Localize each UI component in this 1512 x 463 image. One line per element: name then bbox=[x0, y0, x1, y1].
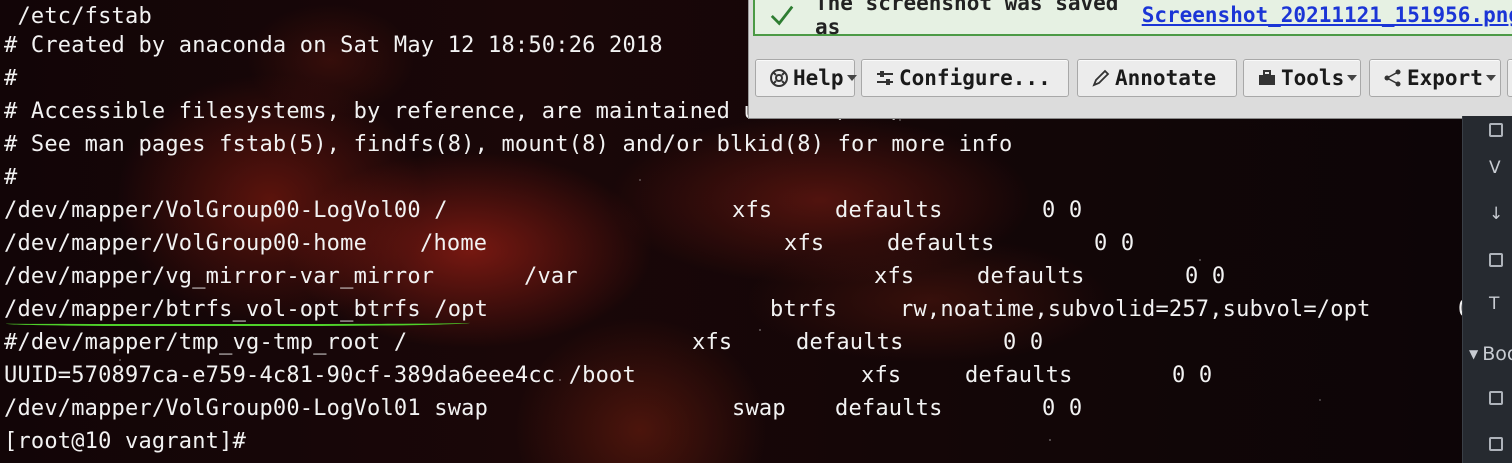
bookmarks-section-label: Boo bbox=[1482, 343, 1512, 365]
fstab-options: defaults bbox=[835, 396, 943, 421]
terminal-text: # See man pages fstab(5), findfs(8), mou… bbox=[4, 132, 1013, 157]
help-button[interactable]: Help bbox=[755, 59, 857, 97]
video-icon[interactable]: V bbox=[1489, 158, 1512, 178]
fstab-device: /dev/mapper/VolGroup00-LogVol00 / bbox=[4, 198, 448, 223]
annotate-button[interactable]: Annotate bbox=[1077, 59, 1237, 97]
configure-button[interactable]: Configure... bbox=[861, 59, 1069, 97]
fstab-device: /dev/mapper/btrfs_vol-opt_btrfs /opt bbox=[4, 297, 489, 322]
fstab-dump-pass: 0 0 bbox=[1185, 264, 1226, 289]
fstab-options: defaults bbox=[977, 264, 1085, 289]
terminal-text: # bbox=[4, 66, 18, 91]
notice-text: The screenshot was saved as bbox=[814, 0, 1119, 39]
fstab-options: defaults bbox=[965, 363, 1073, 388]
terminal-text: # Created by anaconda on Sat May 12 18:5… bbox=[4, 33, 663, 58]
pencil-icon bbox=[1092, 69, 1110, 87]
fstab-mountpoint: /var bbox=[524, 264, 578, 289]
fstab-mountpoint: /home bbox=[420, 231, 488, 256]
checkmark-icon bbox=[770, 5, 794, 26]
terminal-line: # Created by anaconda on Sat May 12 18:5… bbox=[4, 29, 663, 62]
prompt-text: [root@10 vagrant]# bbox=[4, 429, 247, 454]
toolbar-overflow-button[interactable] bbox=[1507, 59, 1512, 97]
fstab-device: #/dev/mapper/tmp_vg-tmp_root / bbox=[4, 330, 408, 355]
screenshot-toolbar: Help Configure... Annotate Tools Export bbox=[749, 59, 1512, 99]
fstab-options: defaults bbox=[796, 330, 904, 355]
terminal-text: # bbox=[4, 165, 18, 190]
folder-icon[interactable] bbox=[1489, 434, 1512, 454]
toolbox-icon bbox=[1259, 70, 1275, 85]
folder-icon[interactable] bbox=[1489, 388, 1512, 408]
chevron-down-icon bbox=[846, 75, 857, 81]
fstab-device: /dev/mapper/VolGroup00-home bbox=[4, 231, 368, 256]
terminal-line: # bbox=[4, 161, 17, 194]
screenshot-tool-window: The screenshot was saved as Screenshot_2… bbox=[748, 0, 1512, 119]
fstab-type: swap bbox=[732, 396, 786, 421]
tag-icon[interactable]: T bbox=[1489, 294, 1512, 314]
fstab-type: xfs bbox=[861, 363, 902, 388]
fstab-device: UUID=570897ca-e759-4c81-90cf-389da6eee4c… bbox=[4, 363, 636, 388]
fstab-type: xfs bbox=[692, 330, 733, 355]
bookmarks-section[interactable]: ▼ Boo bbox=[1469, 343, 1512, 365]
fstab-options: defaults bbox=[887, 231, 995, 256]
export-label: Export bbox=[1407, 66, 1483, 90]
screenshot-file-link[interactable]: Screenshot_20211121_151956.png bbox=[1142, 3, 1512, 27]
fstab-options: rw,noatime,subvolid=257,subvol=/opt bbox=[900, 297, 1371, 322]
chevron-down-icon bbox=[1485, 75, 1496, 81]
annotate-label: Annotate bbox=[1115, 66, 1217, 90]
desktop-screen: /etc/fstab # Created by anaconda on Sat … bbox=[0, 0, 1512, 463]
fstab-type: xfs bbox=[732, 198, 773, 223]
tools-label: Tools bbox=[1281, 66, 1345, 90]
chevron-down-icon bbox=[1347, 75, 1358, 81]
camera-icon[interactable] bbox=[1489, 120, 1512, 140]
configure-label: Configure... bbox=[899, 66, 1051, 90]
screen-icon[interactable] bbox=[1489, 250, 1512, 270]
fstab-dump-pass: 0 0 bbox=[1172, 363, 1213, 388]
sliders-icon bbox=[877, 71, 893, 85]
tools-button[interactable]: Tools bbox=[1243, 59, 1361, 97]
terminal-line: # bbox=[4, 62, 17, 95]
fstab-dump-pass: 0 0 bbox=[1094, 231, 1135, 256]
save-notification: The screenshot was saved as Screenshot_2… bbox=[753, 0, 1512, 39]
fstab-dump-pass: 0 0 bbox=[1003, 330, 1044, 355]
fstab-type: btrfs bbox=[770, 297, 838, 322]
side-panel: V ↓ T ▼ Boo bbox=[1462, 116, 1512, 463]
fstab-dump-pass: 0 0 bbox=[1042, 198, 1083, 223]
fstab-device: /dev/mapper/VolGroup00-LogVol01 swap bbox=[4, 396, 489, 421]
terminal-line: # See man pages fstab(5), findfs(8), mou… bbox=[4, 128, 1012, 161]
fstab-device: /dev/mapper/vg_mirror-var_mirror bbox=[4, 264, 435, 289]
triangle-down-icon: ▼ bbox=[1469, 347, 1479, 361]
shell-prompt[interactable]: [root@10 vagrant]# bbox=[4, 425, 246, 458]
fstab-dump-pass: 0 0 bbox=[1042, 396, 1083, 421]
export-button[interactable]: Export bbox=[1369, 59, 1501, 97]
fstab-options: defaults bbox=[835, 198, 943, 223]
share-icon bbox=[1384, 69, 1401, 87]
download-icon[interactable]: ↓ bbox=[1489, 204, 1512, 224]
fstab-type: xfs bbox=[874, 264, 915, 289]
help-icon bbox=[770, 69, 788, 87]
fstab-type: xfs bbox=[784, 231, 825, 256]
help-label: Help bbox=[793, 66, 844, 90]
